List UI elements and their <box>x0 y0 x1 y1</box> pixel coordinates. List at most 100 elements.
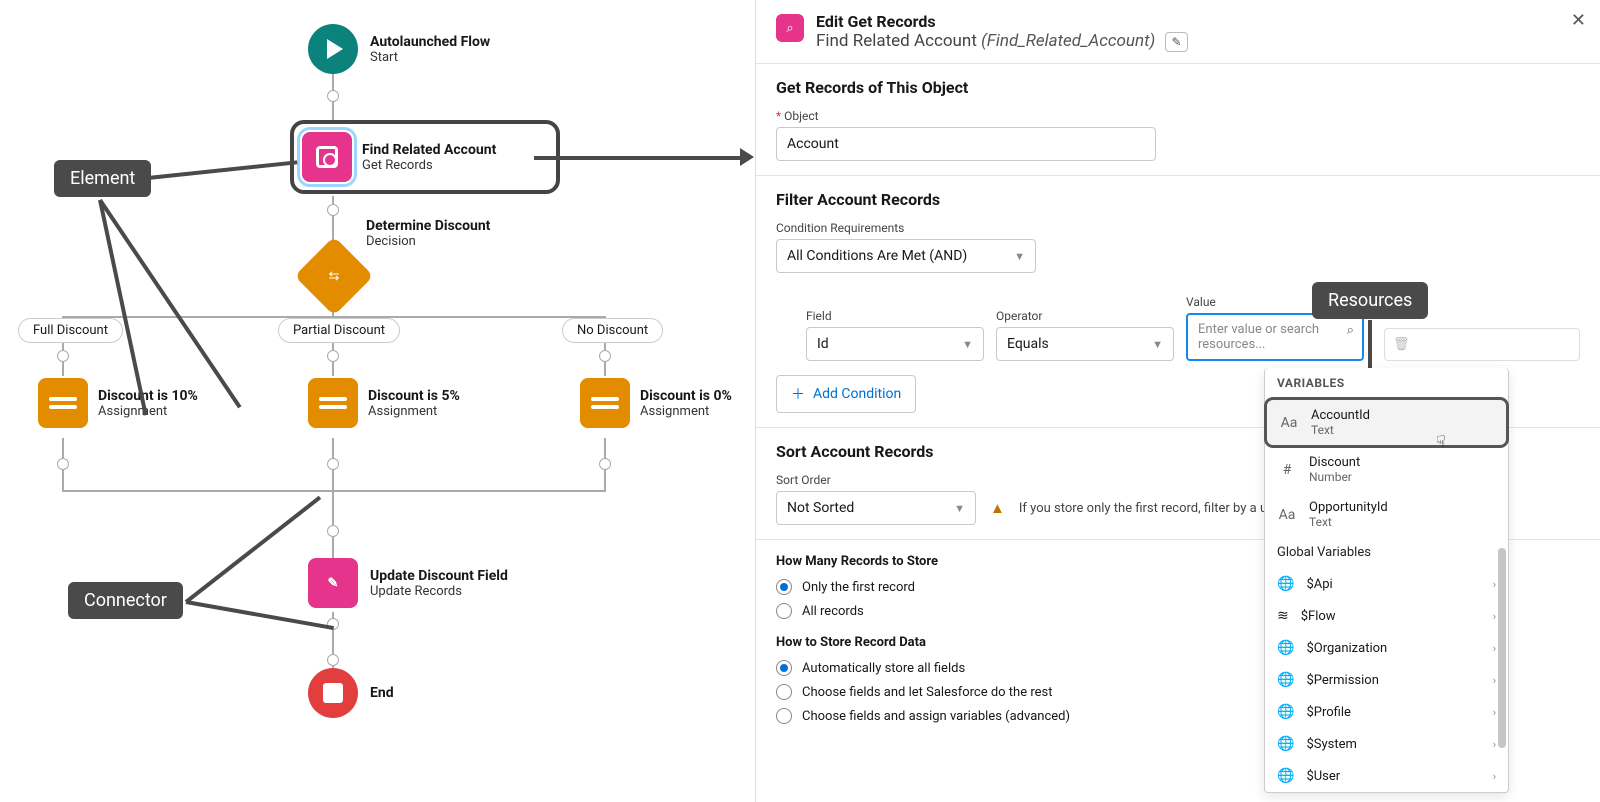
chevron-right-icon: › <box>1493 770 1496 783</box>
connector-dot <box>57 350 69 362</box>
cond-req-select[interactable]: All Conditions Are Met (AND)▼ <box>776 239 1036 273</box>
cond-req-label: Condition Requirements <box>776 221 1580 235</box>
chevron-right-icon: › <box>1493 642 1496 655</box>
assignment-0-label: Discount is 0% Assignment <box>640 388 732 419</box>
connector-dot <box>327 654 339 666</box>
global-var-flow[interactable]: ≋$Flow› <box>1265 600 1508 632</box>
field-label: Field <box>806 309 984 323</box>
type-icon: # <box>1277 462 1297 478</box>
warning-icon: ▲ <box>990 499 1005 517</box>
dropdown-header-variables: VARIABLES <box>1265 368 1508 398</box>
flow-canvas: Autolaunched Flow Start Find Related Acc… <box>0 0 755 802</box>
start-element[interactable]: Autolaunched Flow Start <box>308 24 490 74</box>
connector-dot <box>327 90 339 102</box>
chevron-right-icon: › <box>1493 738 1496 751</box>
outcome-none[interactable]: No Discount <box>562 318 663 343</box>
update-records-icon: ✎ <box>308 558 358 608</box>
globe-icon: 🌐 <box>1277 640 1294 656</box>
sort-order-select[interactable]: Not Sorted▼ <box>776 491 976 525</box>
operator-select[interactable]: Equals▼ <box>996 327 1174 361</box>
resource-item-discount[interactable]: #DiscountNumber <box>1265 447 1508 492</box>
chevron-right-icon: › <box>1493 578 1496 591</box>
end-element[interactable]: End <box>308 668 394 718</box>
global-var-profile[interactable]: 🌐$Profile› <box>1265 696 1508 728</box>
get-records-element[interactable]: Find Related Account Get Records <box>290 120 560 194</box>
outcome-partial[interactable]: Partial Discount <box>278 318 400 343</box>
assignment-icon <box>308 378 358 428</box>
close-icon[interactable]: ✕ <box>1571 10 1586 31</box>
globe-icon: ≋ <box>1277 608 1289 624</box>
assignment-icon <box>38 378 88 428</box>
resource-item-opportunityid[interactable]: AaOpportunityIdText <box>1265 492 1508 537</box>
edit-name-button[interactable]: ✎ <box>1165 32 1187 52</box>
outcome-full[interactable]: Full Discount <box>18 318 123 343</box>
object-label: Object <box>776 109 1580 123</box>
assignment-0[interactable]: Discount is 0% Assignment <box>580 378 732 428</box>
callout-element: Element <box>54 160 151 197</box>
callout-resources: Resources <box>1312 282 1428 319</box>
panel-subtitle: Find Related Account (Find_Related_Accou… <box>816 31 1188 51</box>
section-object: Get Records of This Object Object Accoun… <box>756 63 1600 175</box>
assignment-5-label: Discount is 5% Assignment <box>368 388 460 419</box>
section-title: Get Records of This Object <box>776 78 1580 97</box>
object-input[interactable]: Account <box>776 127 1156 161</box>
decision-icon: ⇆ <box>294 236 373 315</box>
callout-line <box>185 496 321 604</box>
assignment-10-label: Discount is 10% Assignment <box>98 388 198 419</box>
panel-title: Edit Get Records <box>816 12 1188 31</box>
chevron-right-icon: › <box>1493 610 1496 623</box>
globe-icon: 🌐 <box>1277 672 1294 688</box>
type-icon: Aa <box>1277 507 1297 523</box>
connector-dot <box>57 458 69 470</box>
assignment-5[interactable]: Discount is 5% Assignment <box>308 378 460 428</box>
connector-dot <box>599 350 611 362</box>
play-icon <box>308 24 358 74</box>
field-select[interactable]: Id▼ <box>806 327 984 361</box>
globe-icon: 🌐 <box>1277 704 1294 720</box>
arrow-head-icon <box>740 148 754 166</box>
resource-item-accountid[interactable]: AaAccountIdText <box>1267 400 1506 445</box>
globe-icon: 🌐 <box>1277 736 1294 752</box>
connector-line <box>62 490 606 492</box>
connector-line <box>332 438 334 558</box>
operator-label: Operator <box>996 309 1174 323</box>
type-icon: Aa <box>1279 415 1299 431</box>
update-records-label: Update Discount Field Update Records <box>370 568 508 599</box>
chevron-right-icon: › <box>1493 706 1496 719</box>
decision-label: Determine Discount Decision <box>366 218 490 249</box>
global-var-user[interactable]: 🌐$User› <box>1265 760 1508 792</box>
assignment-10[interactable]: Discount is 10% Assignment <box>38 378 198 428</box>
plus-icon: ＋ <box>791 384 805 404</box>
pointer-arrow <box>534 156 744 160</box>
delete-condition-button[interactable]: 🗑 <box>1384 328 1580 361</box>
decision-element[interactable]: ⇆ <box>306 248 362 304</box>
warning-text: If you store only the first record, filt… <box>1019 501 1267 516</box>
resource-dropdown: VARIABLES AaAccountIdText#DiscountNumber… <box>1264 368 1509 793</box>
connector-dot <box>327 204 339 216</box>
connector-dot <box>327 525 339 537</box>
stop-icon <box>308 668 358 718</box>
update-records-element[interactable]: ✎ Update Discount Field Update Records <box>308 558 508 608</box>
globe-icon: 🌐 <box>1277 576 1294 592</box>
scrollbar[interactable] <box>1498 548 1506 748</box>
details-panel: ⌕ Edit Get Records Find Related Account … <box>755 0 1600 802</box>
search-icon: ⌕ <box>1347 323 1354 338</box>
globe-icon: 🌐 <box>1277 768 1294 784</box>
assignment-icon <box>580 378 630 428</box>
callout-line <box>148 160 298 180</box>
callout-connector: Connector <box>68 582 183 619</box>
connector-dot <box>327 458 339 470</box>
get-records-icon: ⌕ <box>776 14 804 42</box>
connector-dot <box>599 458 611 470</box>
global-var-api[interactable]: 🌐$Api› <box>1265 568 1508 600</box>
get-records-label: Find Related Account Get Records <box>362 142 496 173</box>
global-var-permission[interactable]: 🌐$Permission› <box>1265 664 1508 696</box>
panel-header: ⌕ Edit Get Records Find Related Account … <box>756 0 1600 63</box>
connector-dot <box>327 350 339 362</box>
value-input[interactable]: Enter value or search resources... ⌕ <box>1186 313 1364 361</box>
global-var-system[interactable]: 🌐$System› <box>1265 728 1508 760</box>
start-label: Autolaunched Flow Start <box>370 34 490 65</box>
global-var-organization[interactable]: 🌐$Organization› <box>1265 632 1508 664</box>
section-title: Filter Account Records <box>776 190 1580 209</box>
add-condition-button[interactable]: ＋ Add Condition <box>776 375 916 413</box>
